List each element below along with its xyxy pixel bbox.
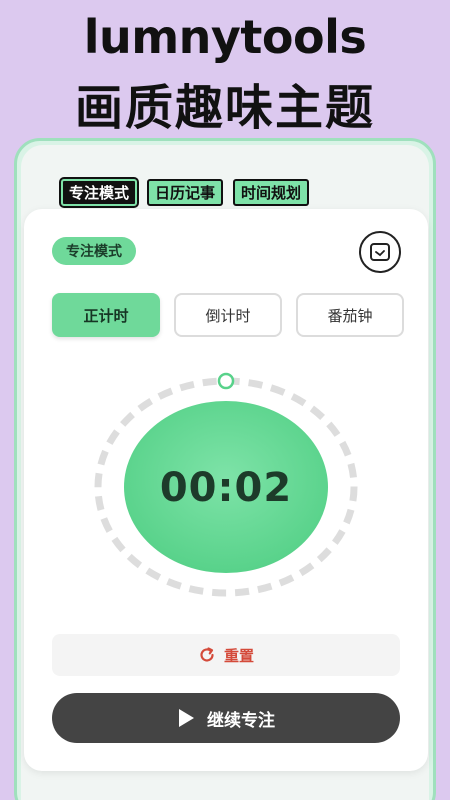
timer-mode-selector: 正计时 倒计时 番茄钟 xyxy=(52,293,404,337)
tab-time-planning[interactable]: 时间规划 xyxy=(233,179,310,206)
segment-count-up[interactable]: 正计时 xyxy=(52,293,160,337)
focus-card: 专注模式 正计时 倒计时 番茄钟 00:02 重置 继续专注 xyxy=(24,209,428,771)
promo-title-line2: 画质趣味主题 xyxy=(74,80,375,136)
segment-pomodoro[interactable]: 番茄钟 xyxy=(296,293,404,337)
reset-icon xyxy=(200,647,214,662)
reset-label: 重置 xyxy=(223,646,254,665)
clock-widget-button[interactable] xyxy=(359,231,401,273)
tab-focus-mode[interactable]: 专注模式 xyxy=(58,177,140,208)
segment-countdown[interactable]: 倒计时 xyxy=(174,293,282,337)
top-tab-bar: 专注模式 日历记事 时间规划 xyxy=(58,177,310,208)
continue-label: 继续专注 xyxy=(207,710,275,731)
clock-icon xyxy=(370,243,390,261)
timer-display: 00:02 xyxy=(159,465,293,511)
mode-badge: 专注模式 xyxy=(52,237,136,265)
promo-title-line1: lumnytools xyxy=(83,10,367,64)
progress-knob xyxy=(217,372,235,390)
reset-button[interactable]: 重置 xyxy=(52,634,400,676)
tab-calendar-notes[interactable]: 日历记事 xyxy=(147,179,224,206)
timer-dial: 00:02 xyxy=(92,369,360,605)
continue-focus-button[interactable]: 继续专注 xyxy=(52,693,400,743)
play-icon xyxy=(179,709,194,727)
